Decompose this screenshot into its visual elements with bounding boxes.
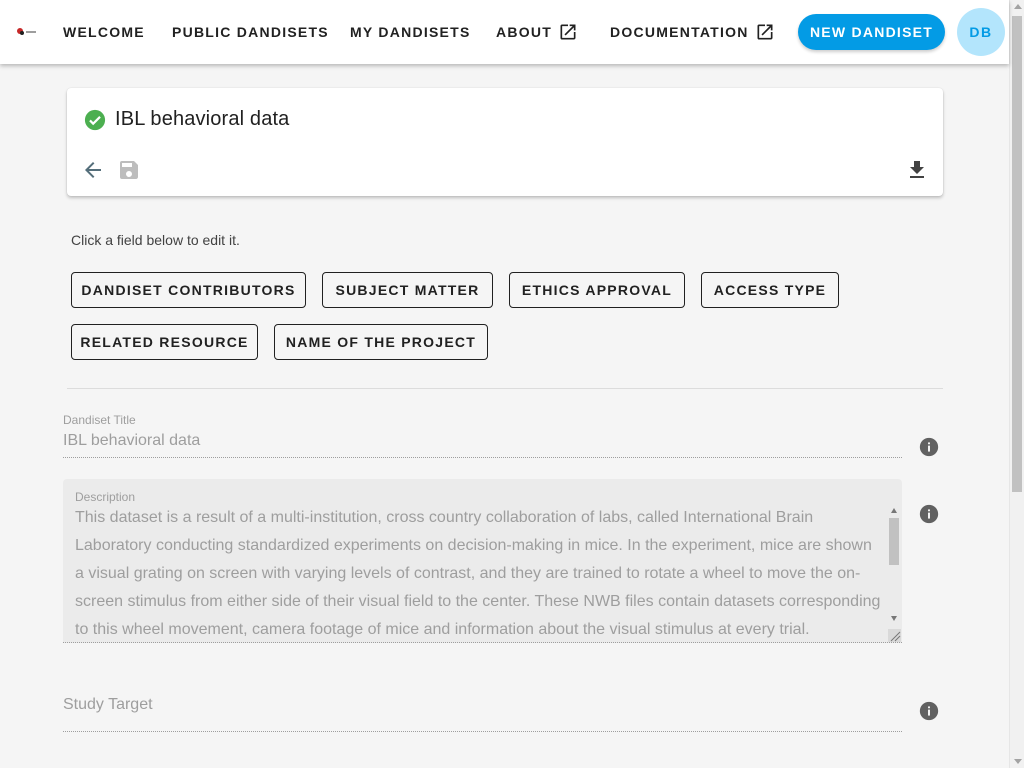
description-scroll-thumb[interactable] [889, 518, 899, 565]
scroll-thumb[interactable] [1012, 16, 1022, 492]
nav-welcome[interactable]: WELCOME [63, 0, 145, 64]
nav-my-dandisets[interactable]: MY DANDISETS [350, 0, 471, 64]
project-name-button[interactable]: NAME OF THE PROJECT [274, 324, 488, 360]
nav-public-label: PUBLIC DANDISETS [172, 24, 329, 40]
app-bar: WELCOME PUBLIC DANDISETS MY DANDISETS AB… [0, 0, 1009, 64]
title-field-label: Dandiset Title [63, 413, 136, 427]
section-divider [67, 388, 943, 389]
arrow-left-icon[interactable] [81, 158, 105, 182]
ethics-approval-label: ETHICS APPROVAL [521, 282, 673, 298]
save-icon[interactable] [117, 158, 141, 182]
access-type-label: ACCESS TYPE [713, 282, 827, 298]
description-label: Description [75, 490, 136, 504]
project-name-label: NAME OF THE PROJECT [285, 334, 477, 350]
description-scrollbar[interactable] [888, 505, 900, 625]
scroll-up-arrow-icon[interactable] [1014, 4, 1022, 9]
info-icon[interactable] [918, 700, 940, 722]
info-icon[interactable] [918, 503, 940, 525]
subject-matter-button[interactable]: SUBJECT MATTER [322, 272, 493, 308]
edit-hint: Click a field below to edit it. [71, 232, 240, 248]
dandi-logo-icon[interactable] [16, 26, 38, 38]
ethics-approval-button[interactable]: ETHICS APPROVAL [509, 272, 685, 308]
resize-handle-icon[interactable] [888, 629, 901, 642]
page-scrollbar[interactable] [1009, 0, 1024, 768]
check-circle-icon [84, 109, 106, 131]
nav-about[interactable]: ABOUT [496, 0, 578, 64]
contributors-button[interactable]: DANDISET CONTRIBUTORS [71, 272, 306, 308]
access-type-button[interactable]: ACCESS TYPE [701, 272, 839, 308]
contributors-label: DANDISET CONTRIBUTORS [81, 282, 296, 298]
new-dandiset-label: NEW DANDISET [809, 24, 934, 40]
nav-documentation[interactable]: DOCUMENTATION [610, 0, 775, 64]
nav-mine-label: MY DANDISETS [350, 24, 471, 40]
avatar-initials: DB [969, 24, 993, 40]
nav-docs-label: DOCUMENTATION [610, 24, 749, 40]
subject-matter-label: SUBJECT MATTER [335, 282, 480, 298]
nav-about-label: ABOUT [496, 24, 553, 40]
description-scroll-up-icon[interactable] [891, 508, 897, 513]
dandiset-title: IBL behavioral data [115, 108, 290, 130]
nav-public-dandisets[interactable]: PUBLIC DANDISETS [172, 0, 329, 64]
nav-welcome-label: WELCOME [63, 24, 145, 40]
dandiset-title-card: IBL behavioral data [67, 88, 943, 196]
user-avatar[interactable]: DB [957, 8, 1005, 56]
study-target-underline [63, 731, 902, 732]
related-resource-button[interactable]: RELATED RESOURCE [71, 324, 258, 360]
new-dandiset-button[interactable]: NEW DANDISET [798, 14, 945, 50]
scroll-down-arrow-icon[interactable] [1014, 759, 1022, 764]
description-text: This dataset is a result of a multi-inst… [75, 509, 881, 638]
description-textarea[interactable]: Description This dataset is a result of … [63, 479, 902, 643]
title-field-input[interactable]: IBL behavioral data [63, 432, 200, 450]
study-target-input[interactable]: Study Target [63, 696, 153, 714]
open-in-new-icon [560, 24, 576, 40]
download-icon[interactable] [905, 158, 929, 182]
open-in-new-icon [757, 24, 773, 40]
description-scroll-down-icon[interactable] [891, 616, 897, 621]
related-resource-label: RELATED RESOURCE [80, 334, 249, 350]
info-icon[interactable] [918, 436, 940, 458]
title-field-underline [63, 457, 902, 458]
